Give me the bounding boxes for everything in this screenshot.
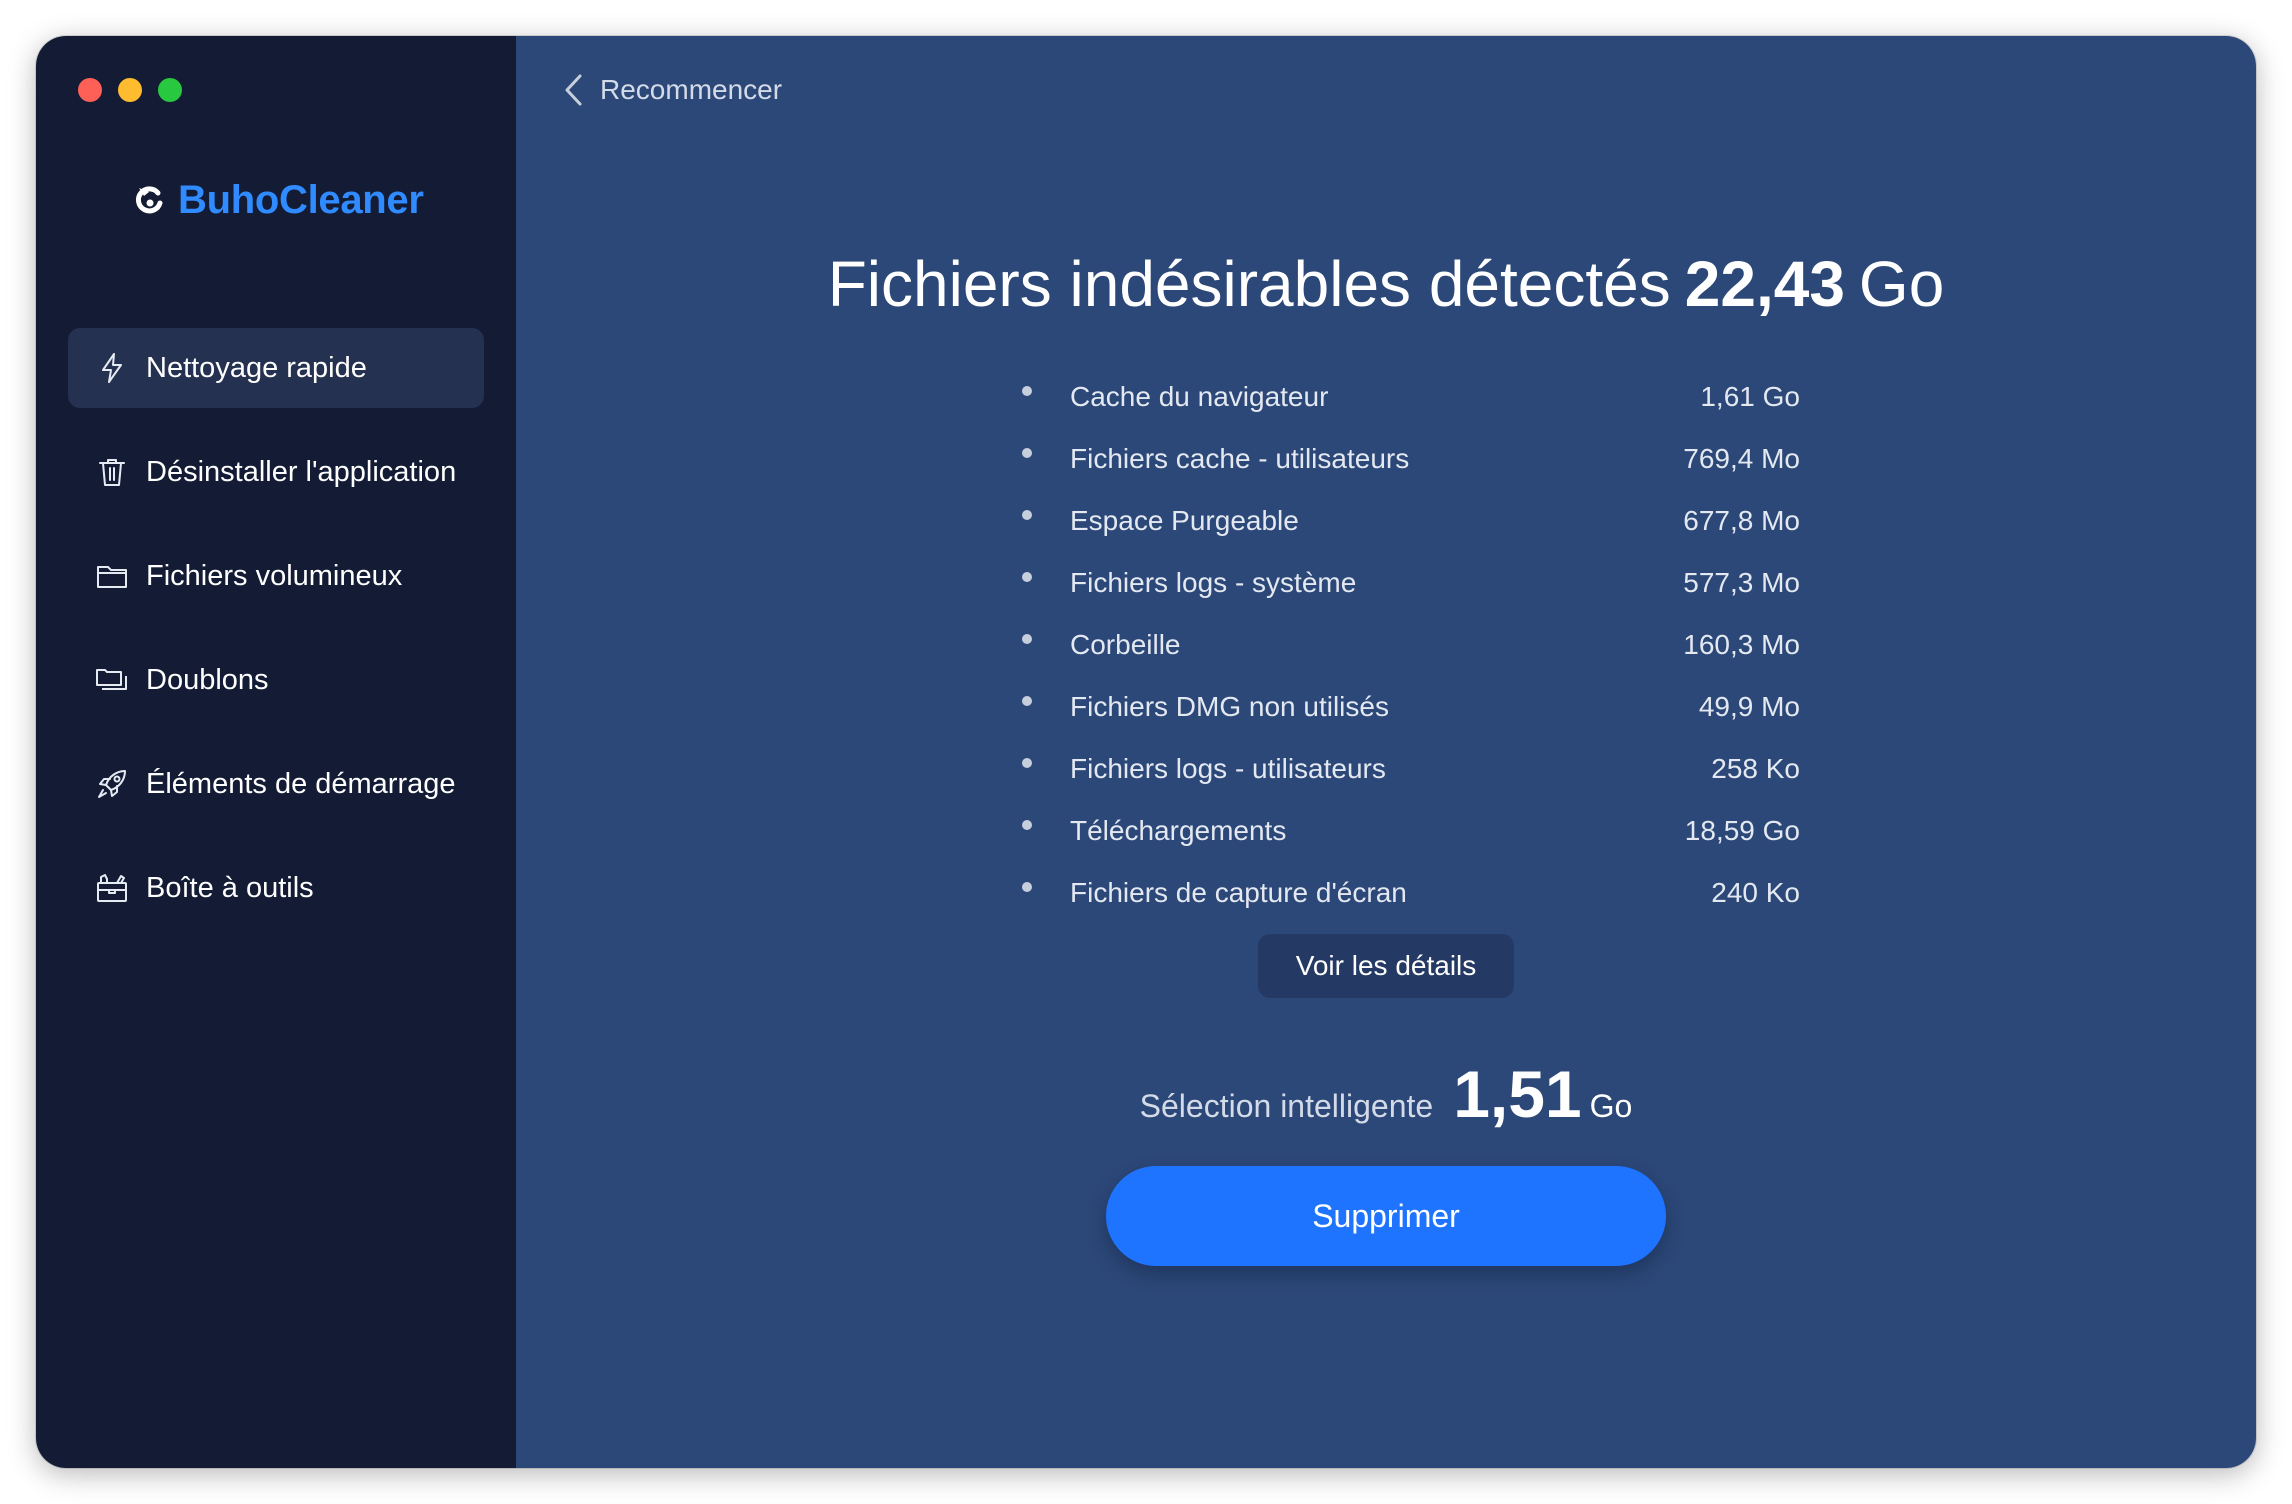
category-name: Fichiers logs - système [1070, 567, 1357, 598]
bullet [1022, 572, 1032, 582]
smart-selection: Sélection intelligente 1,51 Go [516, 1056, 2256, 1132]
app-logo: BuhoCleaner [132, 178, 424, 223]
list-item: Fichiers cache - utilisateurs 769,4 Mo [1008, 428, 1800, 490]
category-size: 677,8 Mo [1683, 505, 1800, 536]
sidebar-item-label: Désinstaller l'application [146, 455, 457, 488]
bullet [1022, 696, 1032, 706]
category-size: 160,3 Mo [1683, 629, 1800, 660]
category-name: Téléchargements [1070, 815, 1287, 846]
bullet [1022, 448, 1032, 458]
category-name: Corbeille [1070, 629, 1181, 660]
category-name: Fichiers DMG non utilisés [1070, 691, 1389, 722]
view-details-button[interactable]: Voir les détails [1258, 934, 1514, 998]
smart-selection-value: 1,51 [1453, 1057, 1582, 1131]
sidebar-item-label: Éléments de démarrage [146, 767, 456, 800]
sidebar-item-uninstall-app[interactable]: Désinstaller l'application [68, 432, 484, 512]
restart-button[interactable]: Recommencer [562, 72, 782, 108]
category-size: 18,59 Go [1684, 815, 1800, 846]
category-size: 258 Ko [1711, 753, 1800, 784]
delete-button[interactable]: Supprimer [1106, 1166, 1666, 1266]
chevron-left-icon [565, 74, 582, 106]
category-name: Fichiers logs - utilisateurs [1070, 753, 1386, 784]
main-panel: Recommencer Fichiers indésirables détect… [516, 36, 2256, 1468]
sidebar-item-large-files[interactable]: Fichiers volumineux [68, 536, 484, 616]
app-window: BuhoCleaner Nettoyage rapide Désinstalle… [36, 36, 2256, 1468]
junk-category-list: Cache du navigateur 1,61 Go Fichiers cac… [1008, 366, 1800, 924]
toolbox-icon [94, 870, 130, 906]
owl-logo-icon [135, 185, 163, 213]
category-size: 1,61 Go [1700, 381, 1800, 412]
list-item: Fichiers DMG non utilisés 49,9 Mo [1008, 676, 1800, 738]
sidebar-item-label: Nettoyage rapide [146, 351, 367, 384]
junk-summary-title: Fichiers indésirables détectés 22,43 Go [516, 244, 2256, 324]
sidebar-item-startup-items[interactable]: Éléments de démarrage [68, 744, 484, 824]
category-name: Fichiers de capture d'écran [1070, 877, 1407, 908]
bullet [1022, 386, 1032, 396]
close-window-button[interactable] [78, 78, 102, 102]
sidebar-item-label: Fichiers volumineux [146, 559, 403, 592]
sidebar: BuhoCleaner Nettoyage rapide Désinstalle… [36, 36, 516, 1468]
smart-selection-unit: Go [1589, 1088, 1633, 1124]
category-name: Fichiers cache - utilisateurs [1070, 443, 1410, 474]
sidebar-item-toolbox[interactable]: Boîte à outils [68, 848, 484, 928]
sidebar-item-label: Doublons [146, 663, 269, 696]
app-name: BuhoCleaner [178, 178, 424, 222]
list-item: Fichiers de capture d'écran 240 Ko [1008, 862, 1800, 924]
category-size: 577,3 Mo [1683, 567, 1800, 598]
bullet [1022, 820, 1032, 830]
window-controls [78, 78, 182, 102]
total-junk-unit: Go [1858, 248, 1945, 320]
bullet [1022, 634, 1032, 644]
sidebar-nav: Nettoyage rapide Désinstaller l'applicat… [68, 328, 484, 952]
sidebar-item-quick-clean[interactable]: Nettoyage rapide [68, 328, 484, 408]
list-item: Fichiers logs - système 577,3 Mo [1008, 552, 1800, 614]
zoom-window-button[interactable] [158, 78, 182, 102]
category-size: 49,9 Mo [1698, 691, 1800, 722]
list-item: Téléchargements 18,59 Go [1008, 800, 1800, 862]
list-item: Cache du navigateur 1,61 Go [1008, 366, 1800, 428]
sidebar-item-duplicates[interactable]: Doublons [68, 640, 484, 720]
smart-selection-label: Sélection intelligente [1139, 1088, 1434, 1124]
category-name: Espace Purgeable [1070, 505, 1299, 536]
rocket-icon [94, 766, 130, 802]
bullet [1022, 510, 1032, 520]
summary-title-text: Fichiers indésirables détectés [827, 248, 1671, 320]
list-item: Espace Purgeable 677,8 Mo [1008, 490, 1800, 552]
category-name: Cache du navigateur [1070, 381, 1329, 412]
restart-label: Recommencer [600, 74, 783, 105]
total-junk-amount: 22,43 [1684, 248, 1845, 320]
list-item: Corbeille 160,3 Mo [1008, 614, 1800, 676]
list-item: Fichiers logs - utilisateurs 258 Ko [1008, 738, 1800, 800]
category-size: 240 Ko [1711, 877, 1800, 908]
sidebar-item-label: Boîte à outils [146, 871, 314, 904]
duplicate-folders-icon [94, 662, 130, 698]
trash-icon [94, 454, 130, 490]
category-size: 769,4 Mo [1683, 443, 1800, 474]
bullet [1022, 758, 1032, 768]
folder-icon [94, 558, 130, 594]
minimize-window-button[interactable] [118, 78, 142, 102]
bullet [1022, 882, 1032, 892]
lightning-icon [94, 350, 130, 386]
